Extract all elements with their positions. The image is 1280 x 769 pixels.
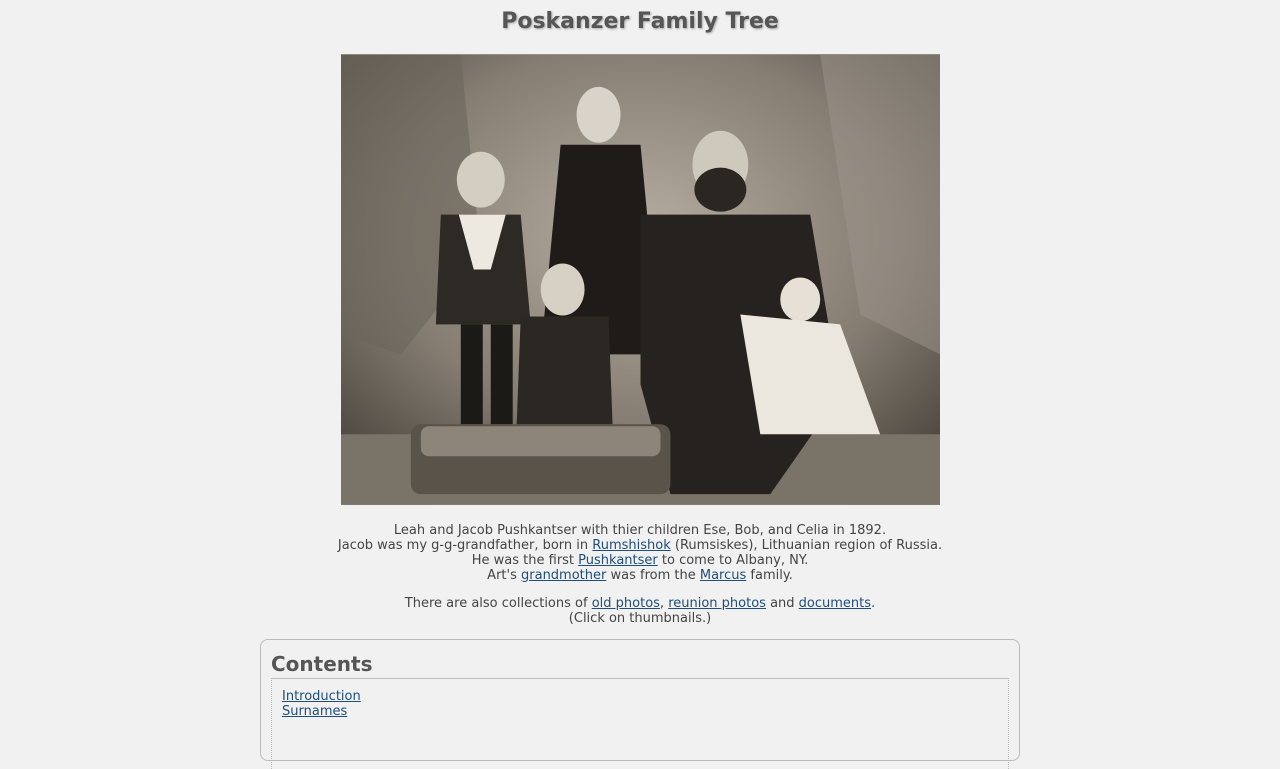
toc-item-introduction[interactable]: Introduction bbox=[282, 689, 361, 704]
grandmother-text-post: family. bbox=[746, 568, 793, 583]
grandmother-line: Art's grandmother was from the Marcus fa… bbox=[0, 568, 1280, 583]
photo-caption: Leah and Jacob Pushkantser with thier ch… bbox=[393, 523, 887, 538]
marcus-link[interactable]: Marcus bbox=[700, 568, 746, 583]
first-text-post: to come to Albany, NY. bbox=[657, 553, 809, 568]
collections-sep-2: and bbox=[765, 596, 799, 611]
table-of-contents: Introduction Surnames bbox=[271, 678, 1009, 769]
grandmother-text-pre: Art's bbox=[487, 568, 521, 583]
page-title: Poskanzer Family Tree bbox=[501, 9, 779, 34]
documents-link[interactable]: documents bbox=[799, 596, 871, 611]
collections-end: . bbox=[871, 596, 876, 611]
pushkantser-link[interactable]: Pushkantser bbox=[578, 553, 658, 568]
ancestry-line: Jacob was my g-g-grandfather, born in Ru… bbox=[0, 538, 1280, 553]
ancestry-text-pre: Jacob was my g-g-grandfather, born in bbox=[337, 538, 593, 553]
toc-item-surnames[interactable]: Surnames bbox=[282, 704, 347, 719]
old-photos-link[interactable]: old photos bbox=[592, 596, 660, 611]
first-text-pre: He was the first bbox=[471, 553, 579, 568]
ancestry-text-post: (Rumsiskes), Lithuanian region of Russia… bbox=[670, 538, 943, 553]
collections-line: There are also collections of old photos… bbox=[0, 596, 1280, 611]
grandmother-link[interactable]: grandmother bbox=[521, 568, 606, 583]
grandmother-text-mid: was from the bbox=[606, 568, 700, 583]
contents-heading: Contents bbox=[271, 652, 373, 676]
rumshishok-link[interactable]: Rumshishok bbox=[592, 538, 670, 553]
collections-sep-1: , bbox=[659, 596, 669, 611]
thumbnail-hint: (Click on thumbnails.) bbox=[568, 611, 712, 626]
family-photo-image bbox=[341, 54, 940, 505]
family-photo bbox=[341, 54, 940, 505]
collections-text-pre: There are also collections of bbox=[404, 596, 592, 611]
reunion-photos-link[interactable]: reunion photos bbox=[668, 596, 766, 611]
contents-box: Contents Introduction Surnames bbox=[260, 639, 1020, 769]
first-pushkantser-line: He was the first Pushkantser to come to … bbox=[0, 553, 1280, 568]
